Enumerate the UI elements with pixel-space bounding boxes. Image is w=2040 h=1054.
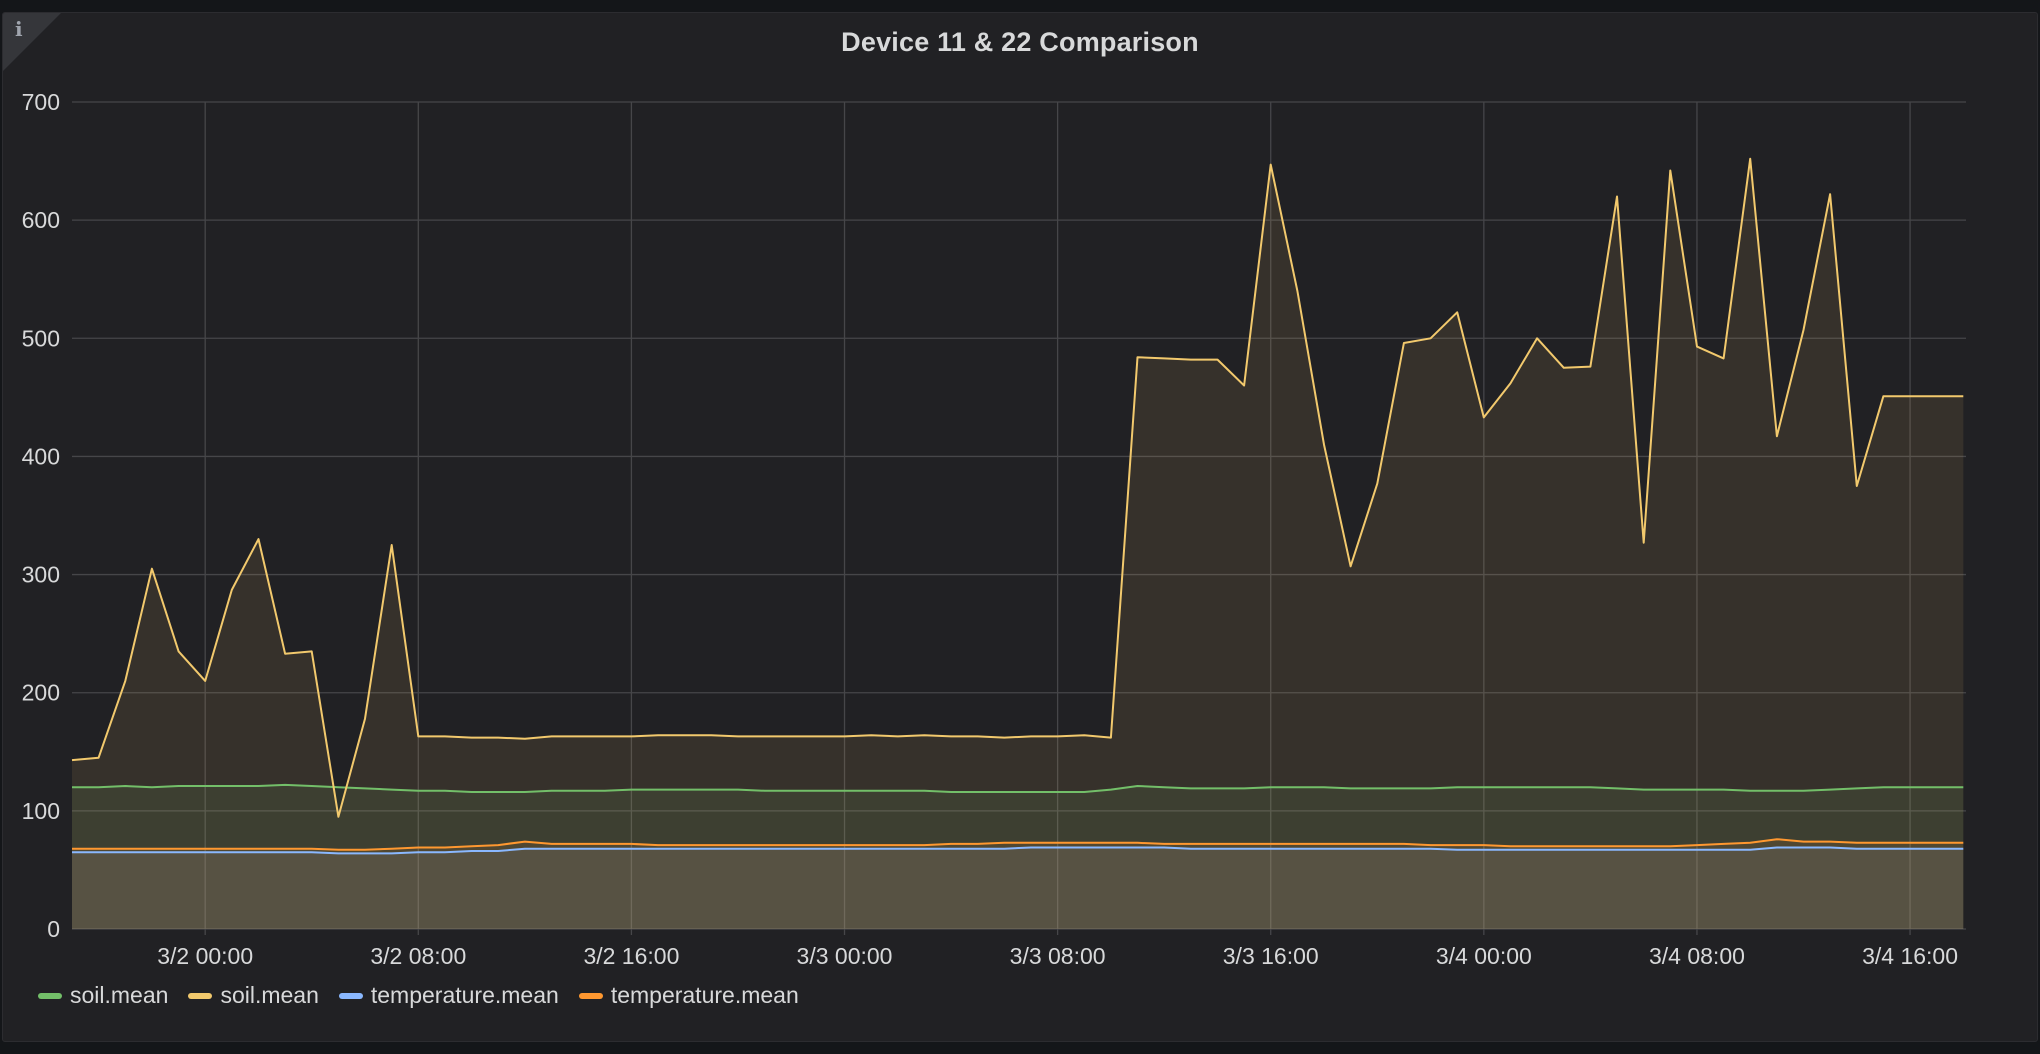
y-tick-label: 600 <box>22 207 60 233</box>
legend-item-0[interactable]: soil.mean <box>38 982 168 1009</box>
legend-item-1[interactable]: soil.mean <box>188 982 319 1009</box>
legend-item-2[interactable]: temperature.mean <box>338 982 559 1009</box>
x-tick-label: 3/2 16:00 <box>583 943 679 969</box>
legend-label: soil.mean <box>70 982 169 1008</box>
y-tick-label: 700 <box>22 89 60 115</box>
legend-item-3[interactable]: temperature.mean <box>578 982 799 1009</box>
legend-swatch <box>338 992 363 999</box>
x-tick-label: 3/2 08:00 <box>370 943 466 969</box>
x-axis-ticks: 3/2 00:00 3/2 08:00 3/2 16:00 3/3 00:00 3/3 … <box>157 943 1958 969</box>
legend-swatch <box>578 992 603 999</box>
x-tick-label: 3/3 08:00 <box>1010 943 1106 969</box>
x-tick-label: 3/3 00:00 <box>797 943 893 969</box>
legend-swatch <box>38 992 62 999</box>
x-tick-label: 3/4 08:00 <box>1649 943 1745 969</box>
y-tick-label: 0 <box>47 916 60 942</box>
series-areas <box>72 158 1964 929</box>
legend-swatch <box>188 992 213 999</box>
x-tick-label: 3/2 00:00 <box>157 943 253 969</box>
y-tick-label: 200 <box>22 680 60 706</box>
x-tick-label: 3/4 00:00 <box>1436 943 1532 969</box>
x-tick-label: 3/4 16:00 <box>1862 943 1958 969</box>
legend-label: temperature.mean <box>610 982 799 1008</box>
y-tick-label: 500 <box>22 325 60 351</box>
chart-plot-area: 0 100 200 300 400 500 600 700 3/2 00:00 3/2 08:0… <box>22 89 1966 969</box>
series-area-1 <box>72 158 1964 929</box>
y-tick-label: 400 <box>22 443 60 469</box>
y-axis-ticks: 0 100 200 300 400 500 600 700 <box>22 89 60 942</box>
y-tick-label: 100 <box>22 798 60 824</box>
legend-label: soil.mean <box>220 982 319 1008</box>
y-tick-label: 300 <box>22 562 60 588</box>
legend-label: temperature.mean <box>370 982 559 1008</box>
legend: soil.mean soil.mean temperature.mean temper… <box>38 982 799 1009</box>
x-tick-label: 3/3 16:00 <box>1223 943 1319 969</box>
